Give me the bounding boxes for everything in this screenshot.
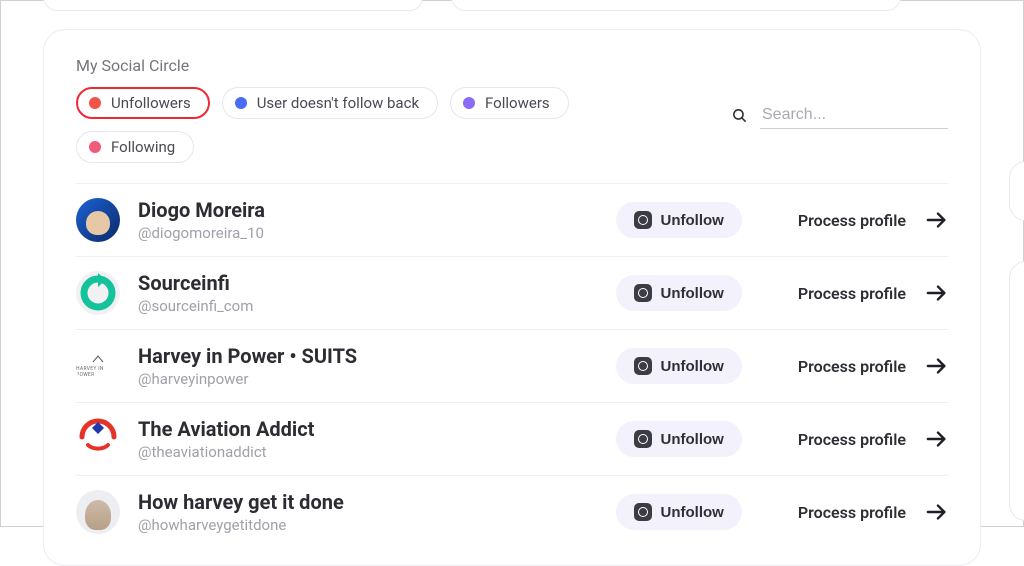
- search-input[interactable]: [760, 102, 948, 129]
- process-profile-link[interactable]: Process profile: [798, 357, 948, 376]
- process-label: Process profile: [798, 211, 906, 230]
- user-list: Diogo Moreira @diogomoreira_10 Unfollow …: [44, 183, 980, 548]
- tab-label: Following: [111, 138, 175, 156]
- tab-following[interactable]: Following: [76, 131, 194, 163]
- process-profile-link[interactable]: Process profile: [798, 503, 948, 522]
- unfollow-label: Unfollow: [661, 212, 724, 229]
- arrow-right-icon: [926, 503, 948, 521]
- unfollow-button[interactable]: Unfollow: [616, 275, 742, 311]
- filter-tabs: Unfollowers User doesn't follow back Fol…: [76, 87, 676, 163]
- arrow-right-icon: [926, 357, 948, 375]
- avatar: [76, 198, 120, 242]
- unfollow-button[interactable]: Unfollow: [616, 421, 742, 457]
- user-name: The Aviation Addict: [138, 417, 498, 441]
- process-profile-link[interactable]: Process profile: [798, 430, 948, 449]
- user-name: Diogo Moreira: [138, 198, 498, 222]
- search-icon: [731, 107, 748, 124]
- user-handle: @howharveygetitdone: [138, 516, 498, 534]
- user-name: Harvey in Power • SUITS: [138, 344, 498, 368]
- dot-icon: [89, 97, 101, 109]
- avatar: [76, 490, 120, 534]
- instagram-icon: [634, 430, 652, 448]
- social-circle-card: My Social Circle Unfollowers User doesn'…: [43, 29, 981, 566]
- list-item: HARVEY IN POWER Harvey in Power • SUITS …: [76, 330, 948, 403]
- list-item: Sourceinfi @sourceinfi_com Unfollow Proc…: [76, 257, 948, 330]
- instagram-icon: [634, 357, 652, 375]
- user-handle: @theaviationaddict: [138, 443, 498, 461]
- process-label: Process profile: [798, 284, 906, 303]
- search-field: [731, 102, 948, 129]
- user-handle: @harveyinpower: [138, 370, 498, 388]
- arrow-right-icon: [926, 211, 948, 229]
- tab-no-followback[interactable]: User doesn't follow back: [222, 87, 438, 119]
- unfollow-button[interactable]: Unfollow: [616, 494, 742, 530]
- unfollow-label: Unfollow: [661, 358, 724, 375]
- list-item: The Aviation Addict @theaviationaddict U…: [76, 403, 948, 476]
- instagram-icon: [634, 284, 652, 302]
- process-label: Process profile: [798, 503, 906, 522]
- process-label: Process profile: [798, 357, 906, 376]
- unfollow-button[interactable]: Unfollow: [616, 202, 742, 238]
- unfollow-label: Unfollow: [661, 285, 724, 302]
- arrow-right-icon: [926, 284, 948, 302]
- user-handle: @sourceinfi_com: [138, 297, 498, 315]
- arrow-right-icon: [926, 430, 948, 448]
- dot-icon: [235, 97, 247, 109]
- avatar: [76, 271, 120, 315]
- dot-icon: [89, 141, 101, 153]
- user-handle: @diogomoreira_10: [138, 224, 498, 242]
- tab-label: User doesn't follow back: [257, 94, 419, 112]
- process-label: Process profile: [798, 430, 906, 449]
- instagram-icon: [634, 211, 652, 229]
- user-name: How harvey get it done: [138, 490, 498, 514]
- list-item: Diogo Moreira @diogomoreira_10 Unfollow …: [76, 183, 948, 257]
- unfollow-label: Unfollow: [661, 431, 724, 448]
- process-profile-link[interactable]: Process profile: [798, 284, 948, 303]
- instagram-icon: [634, 503, 652, 521]
- dot-icon: [463, 97, 475, 109]
- tab-followers[interactable]: Followers: [450, 87, 569, 119]
- user-name: Sourceinfi: [138, 271, 498, 295]
- list-item: How harvey get it done @howharveygetitdo…: [76, 476, 948, 548]
- tab-label: Unfollowers: [111, 94, 191, 112]
- process-profile-link[interactable]: Process profile: [798, 211, 948, 230]
- avatar: [76, 417, 120, 461]
- tab-label: Followers: [485, 94, 550, 112]
- section-title: My Social Circle: [76, 56, 948, 75]
- avatar: HARVEY IN POWER: [76, 344, 120, 388]
- unfollow-label: Unfollow: [661, 504, 724, 521]
- tab-unfollowers[interactable]: Unfollowers: [76, 87, 210, 119]
- unfollow-button[interactable]: Unfollow: [616, 348, 742, 384]
